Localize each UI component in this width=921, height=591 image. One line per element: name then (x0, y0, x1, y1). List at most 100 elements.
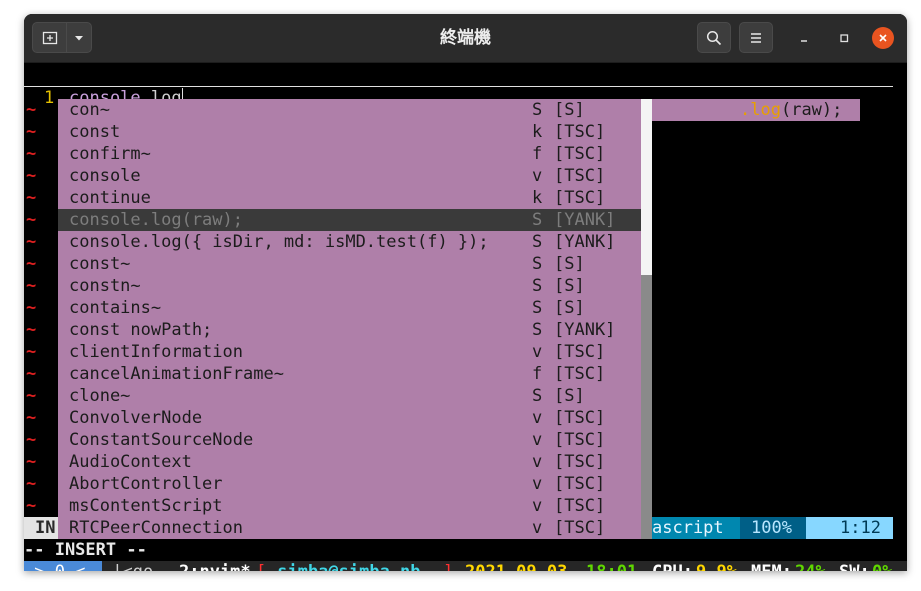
completion-item[interactable]: clientInformation v [TSC] (58, 341, 641, 363)
completion-source: [TSC] (554, 364, 606, 384)
tmux-bracket-open: [ (256, 561, 266, 571)
empty-line-tilde: ~ (26, 276, 37, 296)
completion-kind: f (532, 364, 543, 384)
completion-kind: v (532, 430, 543, 450)
completion-popup[interactable]: con~ S [S] const k [TSC] confirm~ f [TSC] console… (58, 99, 641, 539)
completion-kind: S (532, 386, 543, 406)
completion-source: [TSC] (554, 122, 606, 142)
new-tab-button[interactable] (33, 23, 68, 52)
completion-source: [YANK] (554, 210, 616, 230)
completion-item[interactable]: AudioContext v [TSC] (58, 451, 641, 473)
completion-kind: v (532, 166, 543, 186)
completion-word: cancelAnimationFrame~ (69, 364, 284, 384)
completion-kind: S (532, 320, 543, 340)
virtual-text-dot: . (740, 100, 751, 120)
new-tab-icon (42, 31, 57, 44)
completion-item[interactable]: RTCPeerConnection v [TSC] (58, 517, 641, 539)
completion-word: const nowPath; (69, 320, 213, 340)
completion-source: [TSC] (554, 166, 606, 186)
completion-item[interactable]: ConstantSourceNode v [TSC] (58, 429, 641, 451)
completion-kind: S (532, 298, 543, 318)
completion-item[interactable]: contains~ S [S] (58, 297, 641, 319)
completion-kind: S (532, 254, 543, 274)
completion-kind: k (532, 122, 543, 142)
completion-word: ConstantSourceNode (69, 430, 254, 450)
window-title: 終端機 (440, 28, 491, 48)
completion-item[interactable]: confirm~ f [TSC] (58, 143, 641, 165)
completion-item[interactable]: const~ S [S] (58, 253, 641, 275)
menu-button[interactable] (739, 22, 773, 53)
completion-kind: S (532, 276, 543, 296)
empty-line-tilde: ~ (26, 496, 37, 516)
completion-item[interactable]: AbortController v [TSC] (58, 473, 641, 495)
tmux-time: 18:01 (586, 561, 637, 571)
completion-item[interactable]: constn~ S [S] (58, 275, 641, 297)
completion-item[interactable]: clone~ S [S] (58, 385, 641, 407)
line-number: 1 (44, 88, 55, 108)
empty-line-tilde: ~ (26, 474, 37, 494)
completion-item[interactable]: const k [TSC] (58, 121, 641, 143)
completion-source: [TSC] (554, 430, 606, 450)
completion-kind: f (532, 144, 543, 164)
completion-word: console.log({ isDir, md: isMD.test(f) })… (69, 232, 489, 252)
minimize-icon (801, 40, 807, 42)
tmux-mem-label: MEM: (751, 561, 792, 571)
tmux-mem-value: 24% (795, 561, 826, 571)
completion-item[interactable]: ConvolverNode v [TSC] (58, 407, 641, 429)
empty-line-tilde: ~ (26, 430, 37, 450)
terminal-area[interactable]: 1 console.log ~ ~ ~ ~ ~ ~ ~ ~ ~ ~ ~ ~ ~ ~ ~ ~ ~ ~ ~ con~ S [S… (24, 62, 907, 571)
close-button[interactable] (872, 27, 894, 49)
completion-item[interactable]: continue k [TSC] (58, 187, 641, 209)
new-tab-split-button (32, 22, 92, 53)
completion-item[interactable]: console v [TSC] (58, 165, 641, 187)
completion-kind: v (532, 474, 543, 494)
new-tab-dropdown-button[interactable] (67, 23, 91, 52)
completion-word: clone~ (69, 386, 131, 406)
completion-kind: S (532, 100, 543, 120)
completion-word: continue (69, 188, 151, 208)
completion-item[interactable]: msContentScript v [TSC] (58, 495, 641, 517)
statusline-filetype: ascript (652, 517, 740, 539)
completion-item[interactable]: con~ S [S] (58, 99, 641, 121)
statusline-position: 1:12 (806, 517, 893, 539)
empty-line-tilde: ~ (26, 188, 37, 208)
maximize-button[interactable] (833, 27, 855, 49)
completion-source: [S] (554, 386, 585, 406)
completion-item[interactable]: cancelAnimationFrame~ f [TSC] (58, 363, 641, 385)
empty-line-tilde: ~ (26, 232, 37, 252)
hamburger-menu-icon (751, 32, 761, 43)
virtual-text-args: (raw); (780, 100, 843, 120)
completion-word: contains~ (69, 298, 162, 318)
title-bar[interactable]: 終端機 (24, 14, 907, 63)
completion-item[interactable]: console.log({ isDir, md: isMD.test(f) })… (58, 231, 641, 253)
completion-source: [TSC] (554, 408, 606, 428)
mode-message: -- INSERT -- (24, 540, 147, 560)
tmux-prefix: |<go (102, 561, 163, 571)
empty-line-tilde: ~ (26, 342, 37, 362)
completion-word: confirm~ (69, 144, 151, 164)
completion-word: con~ (69, 100, 110, 120)
tmux-nav[interactable]: > 0 < (24, 561, 102, 571)
empty-line-tilde: ~ (26, 210, 37, 230)
completion-word: RTCPeerConnection (69, 518, 243, 538)
completion-source: [TSC] (554, 518, 606, 538)
tmux-cpu-value: 9.9% (696, 561, 737, 571)
completion-kind: v (532, 342, 543, 362)
completion-kind: v (532, 496, 543, 516)
completion-word: const (69, 122, 121, 142)
minimize-button[interactable] (793, 27, 815, 49)
tmux-window[interactable]: 2:nvim* (179, 561, 251, 571)
completion-item[interactable]: const nowPath; S [YANK] (58, 319, 641, 341)
empty-line-tilde: ~ (26, 452, 37, 472)
tmux-session: simba@simba-nb (267, 561, 431, 571)
virtual-text: .log(raw); (652, 99, 860, 121)
completion-source: [S] (554, 100, 585, 120)
close-icon (879, 34, 887, 42)
completion-item[interactable]: console.log(raw); S [YANK] (58, 209, 641, 231)
empty-line-tilde: ~ (26, 144, 37, 164)
tmux-status-bar: > 0 < |<go 2:nvim* [ simba@simba-nb ] 20… (24, 561, 907, 571)
search-button[interactable] (697, 22, 731, 53)
completion-source: [S] (554, 254, 585, 274)
completion-scrollbar-thumb[interactable] (641, 99, 652, 275)
tmux-bracket-close: ] (443, 561, 453, 571)
